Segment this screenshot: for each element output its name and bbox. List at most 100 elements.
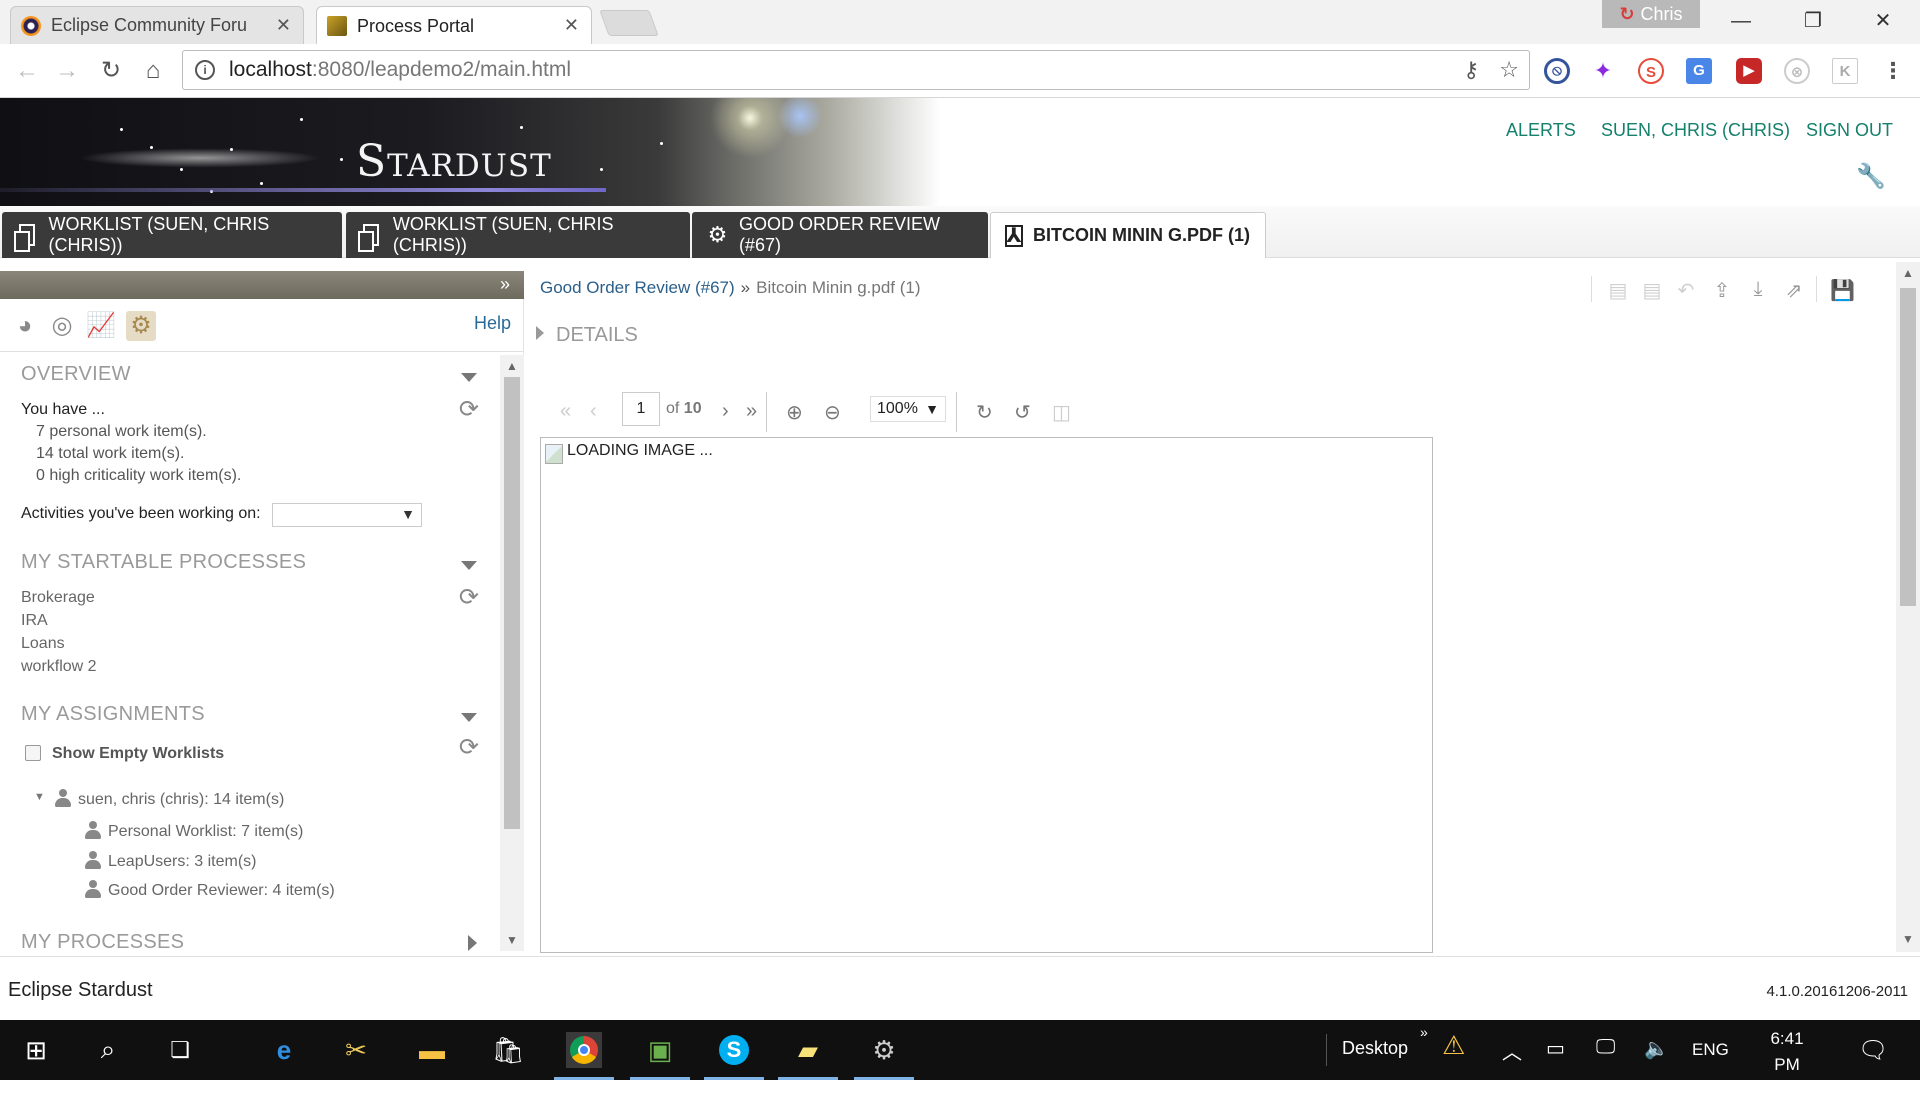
tab-worklist-2[interactable]: WORKLIST (SUEN, CHRIS (CHRIS)) [346,212,690,258]
worklist-leapusers[interactable]: LeapUsers: 3 item(s) [84,851,257,871]
save-icon[interactable]: 💾 [1830,278,1855,302]
settings-app-icon[interactable]: ⚙ [854,1032,914,1080]
browser-tab-process-portal[interactable]: Process Portal ✕ [316,6,592,45]
collapse-assignments-icon[interactable] [461,713,477,722]
tab-worklist-1[interactable]: WORKLIST (SUEN, CHRIS (CHRIS)) [2,212,342,258]
process-link-brokerage[interactable]: Brokerage [21,589,95,607]
breadcrumb-parent-link[interactable]: Good Order Review (#67) [540,278,735,297]
details-toggle[interactable]: DETAILS [536,324,638,347]
input-language[interactable]: ENG [1692,1040,1729,1060]
block-extension-icon[interactable]: ⦸ [1544,58,1570,84]
pie-chart-icon[interactable]: ◕ [10,311,40,341]
refresh-assignments-icon[interactable]: ⟳ [459,733,479,762]
scroll-up-icon[interactable]: ▲ [506,359,518,373]
address-bar[interactable]: i localhost:8080/leapdemo2/main.html ⚷ ☆ [182,50,1530,90]
worklist-personal[interactable]: Personal Worklist: 7 item(s) [84,821,303,841]
chrome-icon[interactable] [554,1032,614,1080]
zoom-select[interactable]: 100% ▼ [870,396,946,422]
warning-icon[interactable]: ⚠ [1442,1030,1465,1061]
next-page-icon[interactable]: › [722,400,729,423]
document-next-icon[interactable]: ▤ [1640,278,1664,302]
upload-icon[interactable]: ⇪ [1710,278,1734,302]
notifications-icon[interactable]: 🗨 [1858,1036,1888,1065]
menu-kebab-icon[interactable]: ⋮ [1880,58,1906,84]
file-explorer-icon[interactable]: ▬ [414,1032,450,1068]
s-extension-icon[interactable]: S [1638,58,1664,84]
show-hidden-icons-icon[interactable]: ︿ [1502,1036,1522,1065]
signout-link[interactable]: SIGN OUT [1806,120,1893,141]
overview-critical-count[interactable]: 0 high criticality work item(s). [36,467,241,485]
show-empty-worklists-checkbox[interactable] [25,745,41,761]
snipping-tool-icon[interactable]: ✂ [338,1032,374,1068]
first-page-icon[interactable]: « [560,400,571,423]
scroll-thumb[interactable] [504,377,520,829]
sidebar-scrollbar[interactable]: ▲ ▼ [500,355,524,951]
spiral-icon[interactable]: ◎ [47,311,77,341]
settings-gear-icon[interactable]: ⚙ [126,311,156,341]
help-link[interactable]: Help [474,313,511,334]
close-tab-icon[interactable]: ✕ [564,15,579,36]
battery-icon[interactable]: ▭ [1546,1036,1565,1061]
scroll-down-icon[interactable]: ▼ [506,933,518,947]
line-chart-icon[interactable]: 📈 [86,311,116,341]
last-page-icon[interactable]: » [746,400,757,423]
bookmark-star-icon[interactable]: ☆ [1499,57,1519,83]
worklist-good-order-reviewer[interactable]: Good Order Reviewer: 4 item(s) [84,880,335,900]
tab-bitcoin-pdf[interactable]: ⅄ BITCOIN MININ G.PDF (1) [990,212,1266,258]
section-title-my-processes[interactable]: MY PROCESSES [21,931,184,954]
volume-icon[interactable]: 🔈 [1644,1036,1669,1061]
section-title-startable[interactable]: MY STARTABLE PROCESSES [21,551,306,574]
network-icon[interactable]: 🖵 [1596,1036,1615,1059]
scroll-up-icon[interactable]: ▲ [1902,266,1914,280]
activities-select[interactable]: ▼ [272,503,422,527]
browser-tab-eclipse-forum[interactable]: Eclipse Community Foru ✕ [10,6,304,44]
feather-extension-icon[interactable]: ✦ [1590,58,1616,84]
page-number-input[interactable]: 1 [622,392,660,426]
skype-icon[interactable]: S [704,1032,764,1080]
process-link-workflow-2[interactable]: workflow 2 [21,658,97,676]
clock[interactable]: 6:41 PM 7/2/2017 [1756,1026,1822,1104]
user-link[interactable]: SUEN, CHRIS (CHRIS) [1601,120,1790,141]
split-view-icon[interactable]: ◫ [1052,400,1071,425]
back-arrow-icon[interactable]: ← [12,56,42,86]
forward-extension-icon[interactable]: ▶ [1736,58,1762,84]
minimize-icon[interactable]: — [1718,6,1764,36]
collapse-startable-icon[interactable] [461,561,477,570]
k-extension-icon[interactable]: K [1832,58,1858,84]
wrench-icon[interactable]: 🔧 [1856,162,1886,192]
refresh-overview-icon[interactable]: ⟳ [459,395,479,424]
store-icon[interactable]: 🛍 [490,1032,526,1068]
profile-button[interactable]: ↻ Chris [1602,0,1700,28]
scroll-down-icon[interactable]: ▼ [1902,932,1914,946]
overview-total-count[interactable]: 14 total work item(s). [36,445,184,463]
restore-icon[interactable]: ❐ [1790,6,1836,36]
prev-page-icon[interactable]: ‹ [590,400,597,423]
section-title-overview[interactable]: OVERVIEW [21,363,131,386]
translate-extension-icon[interactable]: G [1686,58,1712,84]
section-title-assignments[interactable]: MY ASSIGNMENTS [21,703,205,726]
forward-arrow-icon[interactable]: → [52,56,82,86]
refresh-startable-icon[interactable]: ⟳ [459,583,479,612]
close-tab-icon[interactable]: ✕ [276,15,291,36]
expand-tree-icon[interactable]: ▼ [34,791,45,803]
collapse-overview-icon[interactable] [461,373,477,382]
document-prev-icon[interactable]: ▤ [1606,278,1630,302]
edge-browser-icon[interactable]: e [266,1032,302,1068]
image-viewer-icon[interactable]: ▣ [630,1032,690,1080]
task-view-icon[interactable]: ❏ [162,1032,198,1068]
alerts-link[interactable]: ALERTS [1506,120,1576,141]
windows-start-icon[interactable]: ⊞ [18,1032,54,1068]
open-external-icon[interactable]: ⇗ [1782,278,1806,302]
collapse-sidebar-icon[interactable]: » [500,274,510,295]
overview-personal-count[interactable]: 7 personal work item(s). [36,423,207,441]
toolbar-expand-icon[interactable]: » [1420,1024,1428,1040]
main-scrollbar[interactable]: ▲ ▼ [1896,262,1920,952]
expand-processes-icon[interactable] [468,935,477,951]
desktop-toolbar-label[interactable]: Desktop [1342,1038,1408,1059]
search-icon[interactable]: ⌕ [90,1032,126,1068]
new-tab-button[interactable] [599,10,659,36]
show-empty-worklists-label[interactable]: Show Empty Worklists [52,745,224,763]
undo-icon[interactable]: ↶ [1674,278,1698,302]
key-icon[interactable]: ⚷ [1463,57,1479,83]
site-info-icon[interactable]: i [195,60,215,80]
